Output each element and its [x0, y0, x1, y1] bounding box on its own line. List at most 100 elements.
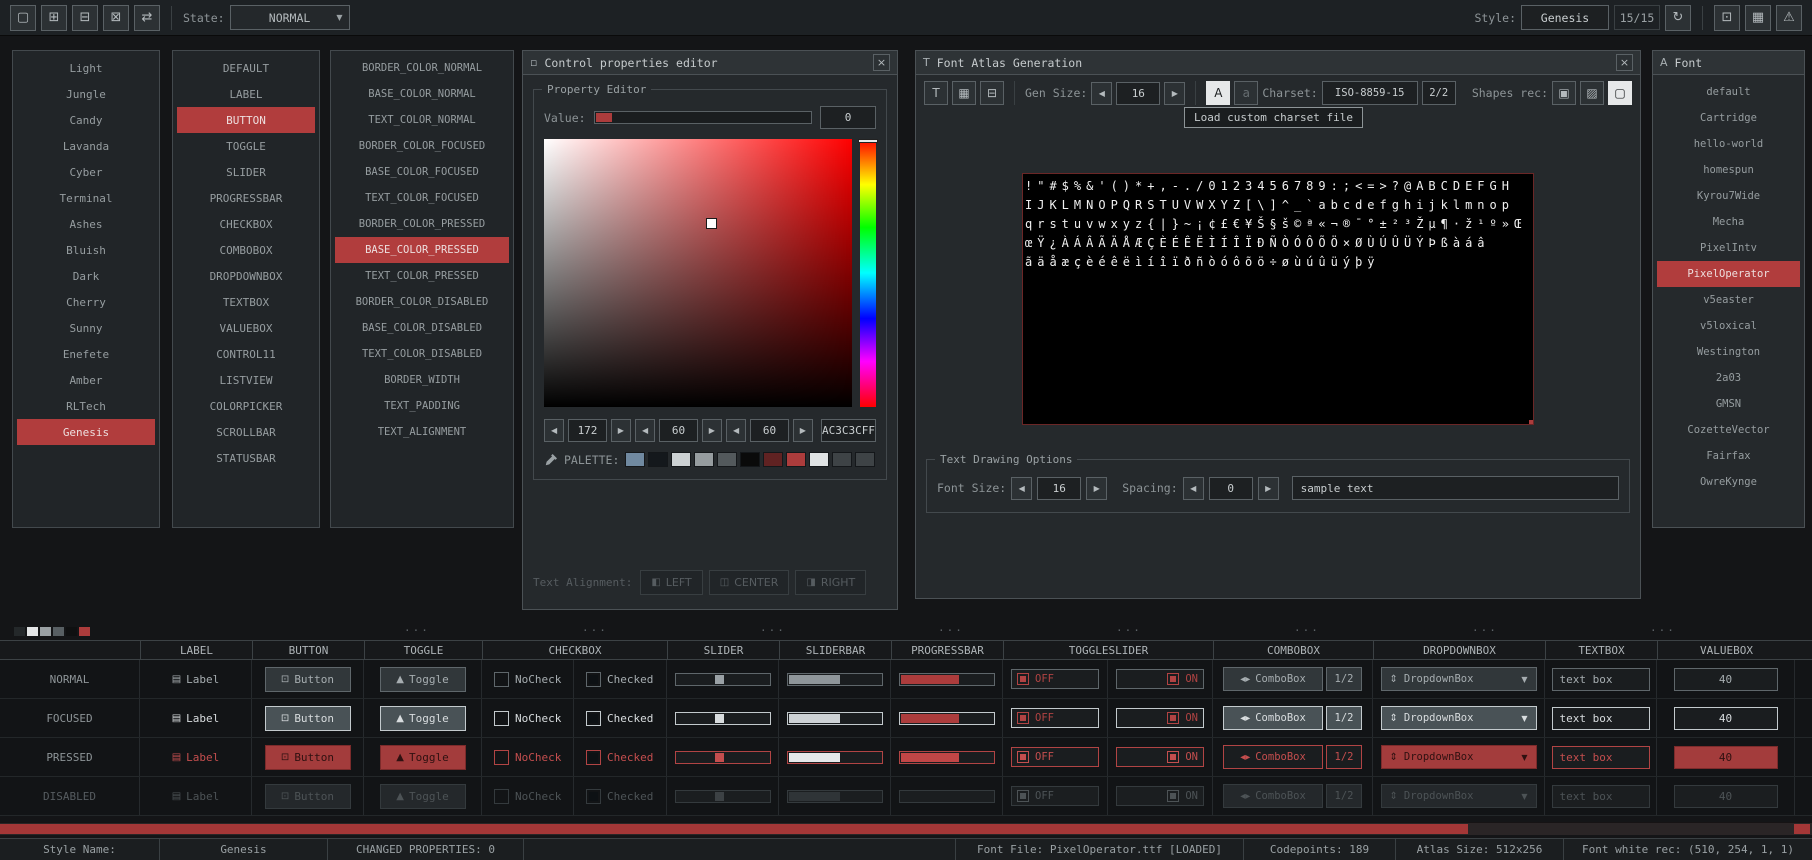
control-list-item[interactable]: SCROLLBAR [177, 419, 315, 445]
control-list-item[interactable]: CONTROL11 [177, 341, 315, 367]
green-increase-button[interactable]: ▶ [701, 419, 722, 442]
slider-knob[interactable] [714, 713, 724, 723]
font-list-item[interactable]: Mecha [1657, 209, 1800, 235]
checkbox-checked[interactable] [586, 788, 601, 804]
palette-swatch[interactable] [694, 452, 715, 467]
checkbox-unchecked[interactable] [494, 710, 509, 726]
valuebox-preview[interactable]: 40 [1673, 667, 1778, 691]
red-increase-button[interactable]: ▶ [610, 419, 631, 442]
checkbox-unchecked[interactable] [494, 749, 509, 765]
style-list-item[interactable]: Bluish [17, 237, 155, 263]
property-list-item[interactable]: TEXT_COLOR_NORMAL [335, 107, 509, 133]
slider-preview[interactable] [674, 750, 771, 764]
palette-swatch[interactable] [809, 452, 830, 467]
hue-bar[interactable] [858, 139, 878, 407]
font-size-increase-button[interactable]: ▶ [1086, 476, 1108, 500]
gen-size-value[interactable]: 16 [1116, 81, 1161, 105]
horizontal-scrollbar[interactable] [0, 822, 1812, 835]
warning-button[interactable]: ⚠ [1776, 4, 1802, 31]
valuebox-preview[interactable]: 40 [1673, 706, 1778, 730]
default-charset-button[interactable]: a [1234, 81, 1259, 105]
text-align-button[interactable]: ◫ CENTER [708, 570, 790, 595]
control-list-item[interactable]: BUTTON [177, 107, 315, 133]
checkbox-checked[interactable] [586, 671, 601, 687]
valuebox-preview[interactable]: 40 [1673, 784, 1778, 808]
combobox-counter[interactable]: 1/2 [1326, 784, 1362, 808]
toggle-preview[interactable]: ▲ Toggle [379, 744, 466, 770]
button-preview[interactable]: ⊡ Button [264, 744, 351, 770]
style-screenshot-button[interactable]: ⊡ [1714, 4, 1740, 31]
font-list-item[interactable]: CozetteVector [1657, 417, 1800, 443]
sliderbar-preview[interactable] [786, 672, 883, 686]
control-list-item[interactable]: COLORPICKER [177, 393, 315, 419]
color-picker-panel[interactable] [544, 139, 852, 407]
toggleslider-on-preview[interactable]: ON [1116, 747, 1204, 767]
text-align-button[interactable]: ◨ RIGHT [795, 570, 867, 595]
property-list-item[interactable]: BORDER_COLOR_DISABLED [335, 289, 509, 315]
hue-cursor[interactable] [858, 139, 878, 143]
property-list-item[interactable]: TEXT_PADDING [335, 393, 509, 419]
style-list-item[interactable]: Dark [17, 263, 155, 289]
sliderbar-preview[interactable] [786, 789, 883, 803]
font-list-item[interactable]: v5easter [1657, 287, 1800, 313]
control-list-item[interactable]: COMBOBOX [177, 237, 315, 263]
combobox-counter[interactable]: 1/2 [1326, 706, 1362, 730]
toggle-preview[interactable]: ▲ Toggle [379, 705, 466, 731]
palette-swatch[interactable] [763, 452, 784, 467]
button-preview[interactable]: ⊡ Button [264, 783, 351, 809]
control-list-item[interactable]: DROPDOWNBOX [177, 263, 315, 289]
control-list-item[interactable]: STATUSBAR [177, 445, 315, 471]
toggleslider-off-preview[interactable]: OFF [1011, 669, 1099, 689]
controls-table-button[interactable]: ▦ [1745, 4, 1771, 31]
control-list-item[interactable]: CHECKBOX [177, 211, 315, 237]
font-list-item[interactable]: GMSN [1657, 391, 1800, 417]
font-list-item[interactable]: PixelOperator [1657, 261, 1800, 287]
dropdownbox-preview[interactable]: ⇕ DropdownBox ▼ [1380, 784, 1537, 808]
font-list-item[interactable]: v5loxical [1657, 313, 1800, 339]
style-list-item[interactable]: Ashes [17, 211, 155, 237]
sample-text-input[interactable] [1291, 476, 1619, 500]
shapes-rec-pattern-button[interactable]: ▨ [1580, 81, 1604, 105]
export-style-button[interactable]: ⊠ [103, 4, 129, 31]
textbox-preview[interactable]: text box [1551, 784, 1650, 808]
dropdownbox-preview[interactable]: ⇕ DropdownBox ▼ [1380, 745, 1537, 769]
font-list-item[interactable]: Kyrou7Wide [1657, 183, 1800, 209]
value-slider[interactable] [593, 111, 812, 124]
font-size-decrease-button[interactable]: ◀ [1011, 476, 1033, 500]
font-gen-button[interactable]: T [924, 81, 948, 105]
sliderbar-preview[interactable] [786, 711, 883, 725]
font-list-item[interactable]: hello-world [1657, 131, 1800, 157]
spacing-increase-button[interactable]: ▶ [1257, 476, 1279, 500]
style-list-item[interactable]: Candy [17, 107, 155, 133]
save-style-button[interactable]: ⊟ [72, 4, 98, 31]
control-list-item[interactable]: DEFAULT [177, 55, 315, 81]
combobox-preview[interactable]: ◂▸ ComboBox [1223, 667, 1323, 691]
style-list-item[interactable]: Cyber [17, 159, 155, 185]
style-list-item[interactable]: Light [17, 55, 155, 81]
toggleslider-off-preview[interactable]: OFF [1011, 708, 1099, 728]
slider-preview[interactable] [674, 711, 771, 725]
dropdownbox-preview[interactable]: ⇕ DropdownBox ▼ [1380, 667, 1537, 691]
red-value[interactable]: 172 [568, 419, 607, 442]
property-list-item[interactable]: BASE_COLOR_FOCUSED [335, 159, 509, 185]
charset-value[interactable]: ISO-8859-15 [1321, 81, 1418, 105]
palette-swatch[interactable] [625, 452, 646, 467]
checkbox-unchecked[interactable] [494, 788, 509, 804]
hex-color-value[interactable]: AC3C3CFF [821, 419, 876, 442]
toggleslider-on-preview[interactable]: ON [1116, 708, 1204, 728]
property-list-item[interactable]: TEXT_COLOR_PRESSED [335, 263, 509, 289]
font-list-item[interactable]: default [1657, 79, 1800, 105]
textbox-preview[interactable]: text box [1551, 667, 1650, 691]
spacing-value[interactable]: 0 [1208, 476, 1253, 500]
textbox-preview[interactable]: text box [1551, 706, 1650, 730]
property-list-item[interactable]: TEXT_ALIGNMENT [335, 419, 509, 445]
button-preview[interactable]: ⊡ Button [264, 705, 351, 731]
toggleslider-on-preview[interactable]: ON [1116, 786, 1204, 806]
close-icon[interactable]: × [1616, 54, 1633, 71]
style-list-item[interactable]: Terminal [17, 185, 155, 211]
property-list-item[interactable]: BORDER_COLOR_FOCUSED [335, 133, 509, 159]
style-list-item[interactable]: Lavanda [17, 133, 155, 159]
font-list-item[interactable]: OwreKynge [1657, 469, 1800, 495]
toggle-preview[interactable]: ▲ Toggle [379, 666, 466, 692]
toggle-preview[interactable]: ▲ Toggle [379, 783, 466, 809]
